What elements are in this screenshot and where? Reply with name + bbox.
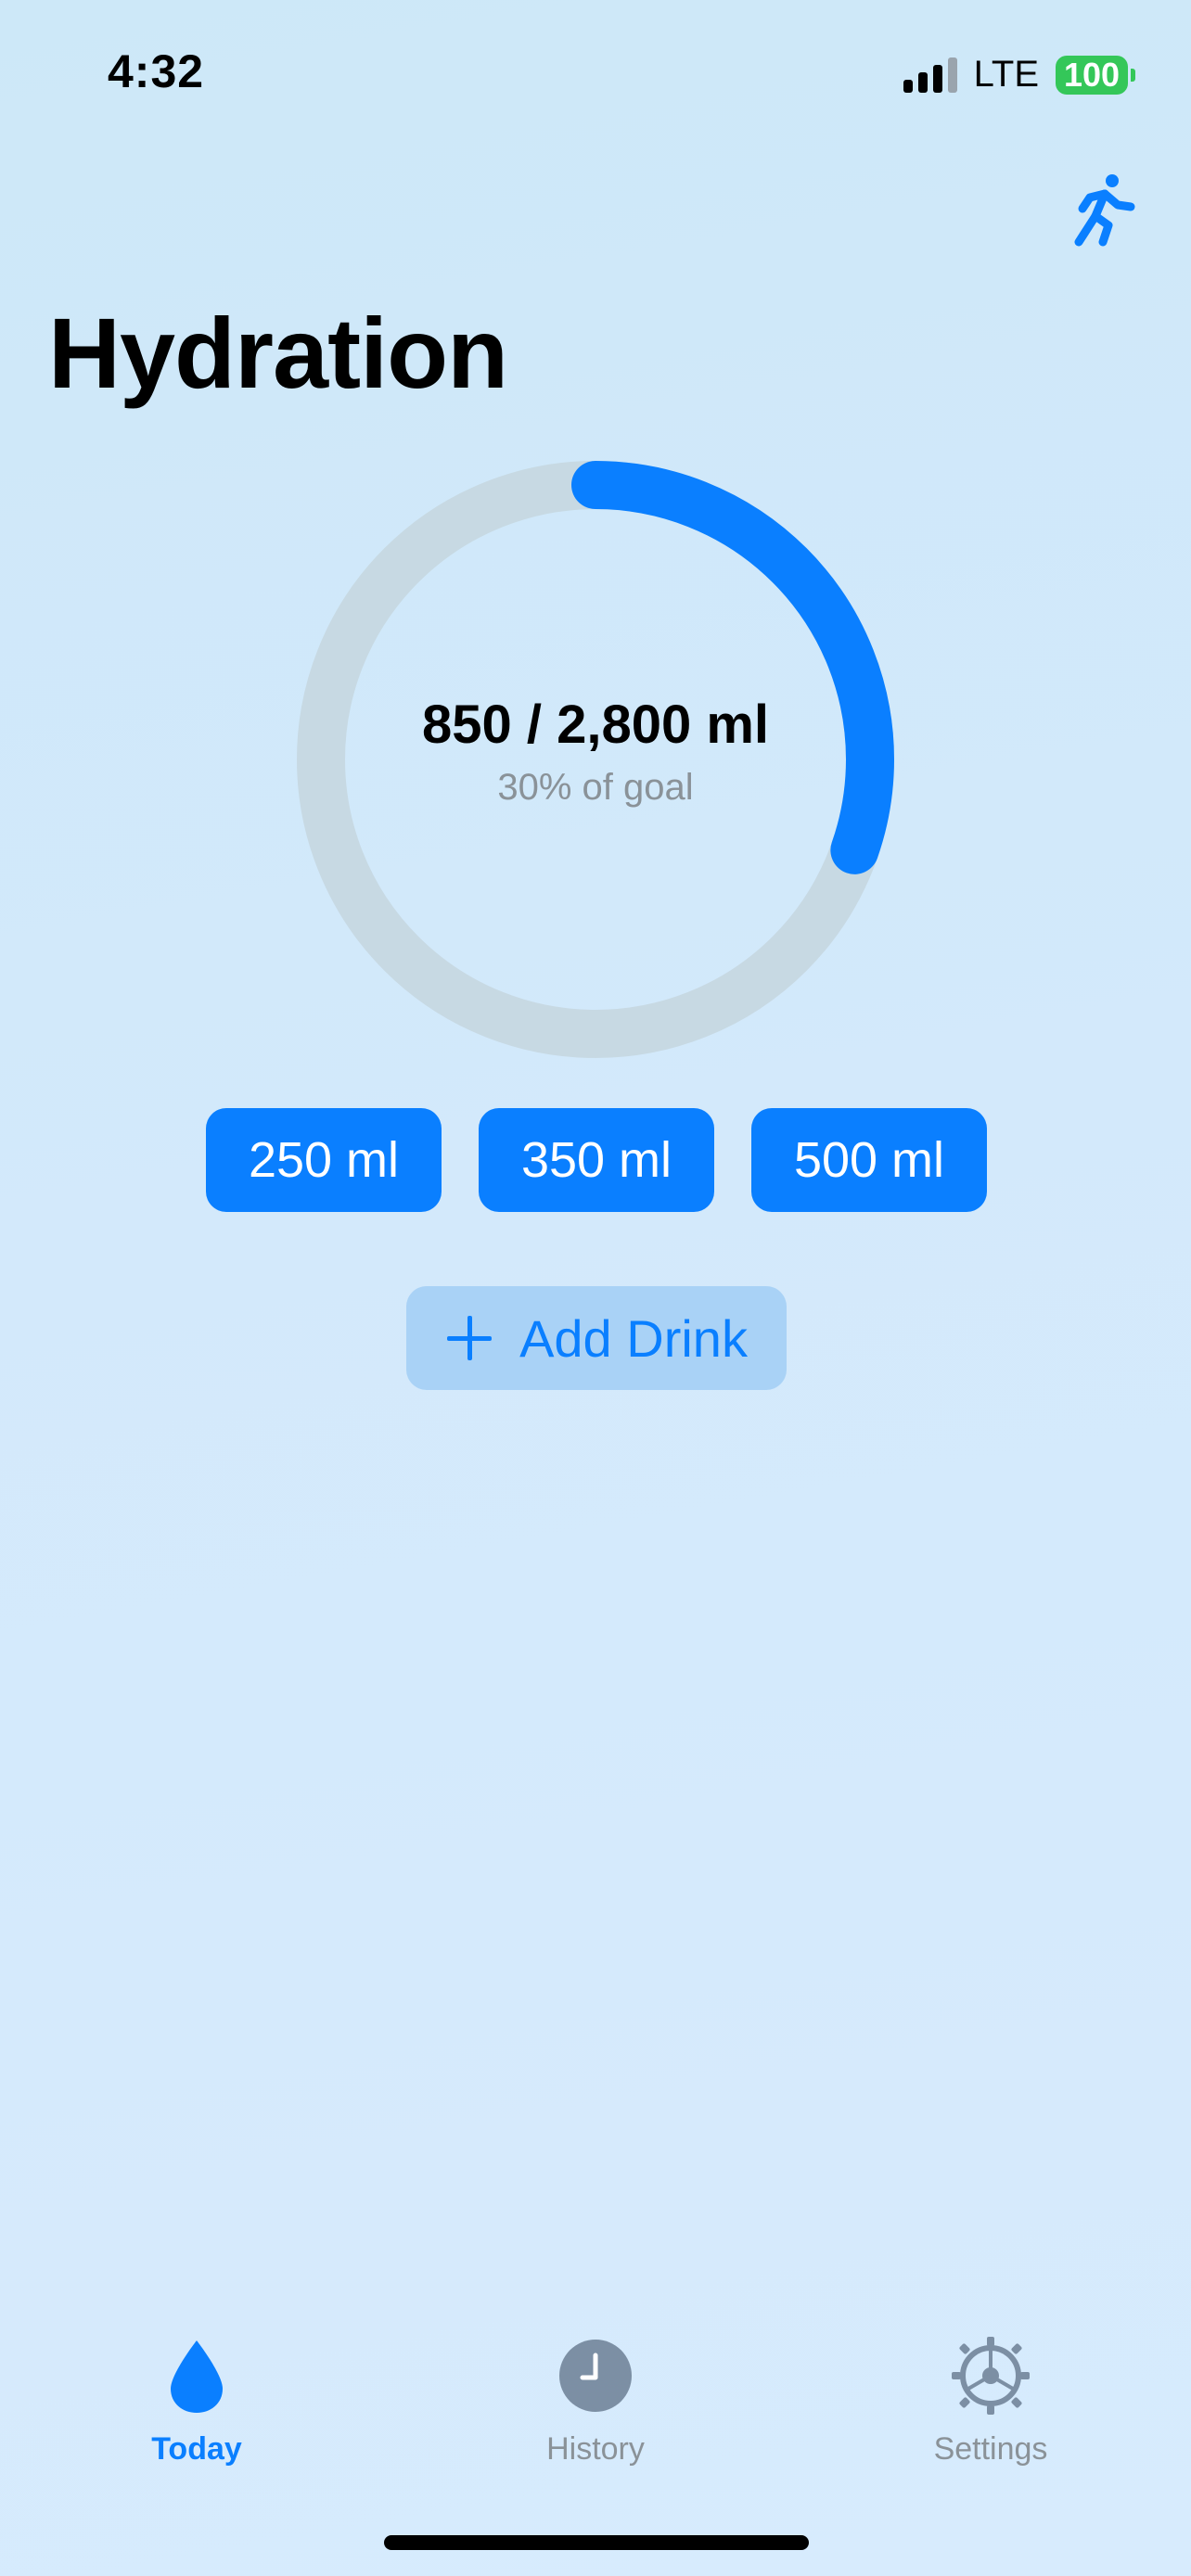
- quick-add-250-button[interactable]: 250 ml: [206, 1108, 442, 1212]
- home-indicator: [384, 2535, 809, 2550]
- page-title: Hydration: [48, 297, 508, 409]
- status-indicators: LTE 100: [903, 54, 1135, 96]
- tab-bar: Today History Settings: [0, 2337, 1191, 2476]
- tab-history[interactable]: History: [484, 2337, 707, 2468]
- progress-ring: 850 / 2,800 ml 30% of goal: [295, 459, 896, 1060]
- network-type: LTE: [973, 54, 1039, 95]
- intake-amount: 850 / 2,800 ml: [421, 695, 770, 755]
- tab-history-label: History: [546, 2431, 645, 2467]
- clock-icon: [559, 2340, 632, 2412]
- battery-level: 100: [1056, 55, 1128, 95]
- tab-settings[interactable]: Settings: [879, 2337, 1102, 2468]
- goal-percent: 30% of goal: [497, 767, 694, 808]
- add-drink-label: Add Drink: [519, 1308, 748, 1368]
- tab-today[interactable]: Today: [85, 2337, 308, 2468]
- signal-icon: [903, 57, 957, 93]
- quick-add-350-button[interactable]: 350 ml: [479, 1108, 714, 1212]
- plus-icon: [445, 1314, 493, 1362]
- water-drop-icon: [171, 2340, 223, 2413]
- quick-add-500-button[interactable]: 500 ml: [751, 1108, 987, 1212]
- tab-today-label: Today: [151, 2431, 242, 2467]
- tab-settings-label: Settings: [933, 2431, 1048, 2467]
- add-drink-button[interactable]: Add Drink: [406, 1286, 787, 1390]
- status-time: 4:32: [108, 45, 205, 97]
- battery-icon: 100: [1056, 55, 1135, 95]
- gear-icon: [952, 2337, 1030, 2415]
- running-figure-icon[interactable]: [1071, 172, 1138, 248]
- quick-add-row: 250 ml 350 ml 500 ml: [206, 1108, 987, 1212]
